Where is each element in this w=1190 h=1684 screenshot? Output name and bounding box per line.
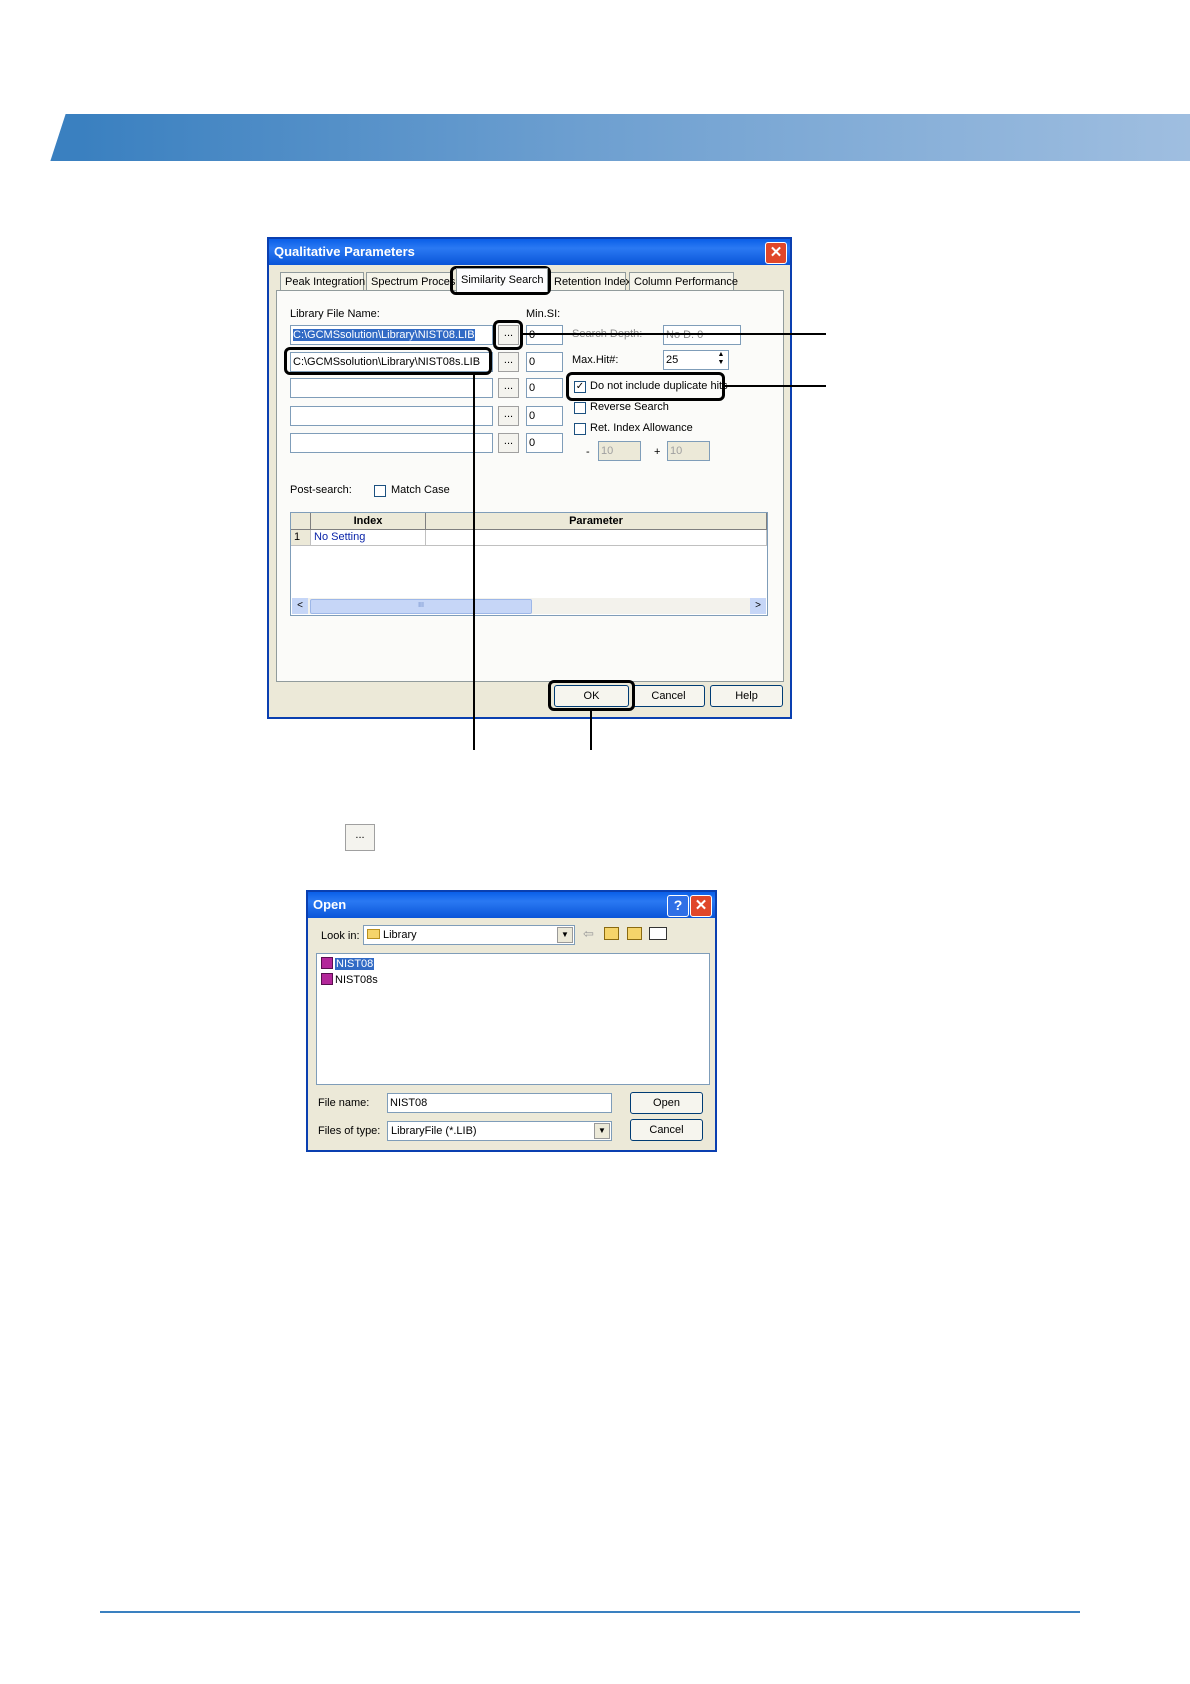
max-hits-label: Max.Hit#: <box>572 354 619 366</box>
new-folder-icon[interactable] <box>627 927 642 940</box>
file-name-2: NIST08s <box>335 974 378 986</box>
files-of-type-select[interactable]: LibraryFile (*.LIB) ▼ <box>387 1121 612 1141</box>
view-menu-icon[interactable] <box>649 927 667 940</box>
grid-horizontal-scrollbar[interactable]: < III > <box>292 598 766 614</box>
browse-button-3[interactable]: ... <box>498 378 519 398</box>
tab-spectrum-process[interactable]: Spectrum Proces: <box>366 272 458 290</box>
chevron-down-icon[interactable]: ▼ <box>557 927 573 943</box>
file-name-field[interactable]: NIST08 <box>387 1093 612 1113</box>
min-si-label: Min.SI: <box>526 308 561 320</box>
file-list[interactable]: NIST08 NIST08s <box>316 953 710 1085</box>
grid-header-parameter[interactable]: Parameter <box>426 513 767 530</box>
list-item[interactable]: NIST08s <box>321 973 378 987</box>
library-file-icon <box>321 957 333 969</box>
grid-header-rownum <box>291 513 311 530</box>
help-icon[interactable]: ? <box>667 895 689 917</box>
scroll-right-icon[interactable]: > <box>750 598 766 614</box>
files-of-type-label: Files of type: <box>318 1125 381 1137</box>
open-button[interactable]: Open <box>630 1092 703 1114</box>
library-file-icon <box>321 973 333 985</box>
leader-line-ok <box>590 711 592 750</box>
file-name-label: File name: <box>318 1097 370 1109</box>
browse-button-5[interactable]: ... <box>498 433 519 453</box>
close-icon[interactable]: ✕ <box>765 242 787 264</box>
ret-plus-sign: + <box>654 446 661 458</box>
post-search-grid: Index Parameter 1 No Setting < III > <box>290 512 768 616</box>
match-case-label: Match Case <box>391 484 450 496</box>
callout-library-field-highlight <box>284 347 492 375</box>
ret-index-label: Ret. Index Allowance <box>590 422 693 434</box>
dialog-title: Qualitative Parameters <box>269 239 790 265</box>
search-depth-select[interactable]: No D. 0 <box>663 325 741 345</box>
library-file-label: Library File Name: <box>290 308 380 320</box>
chevron-down-icon[interactable]: ▼ <box>594 1123 610 1139</box>
file-name-1: NIST08 <box>335 958 375 970</box>
open-cancel-button[interactable]: Cancel <box>630 1119 703 1141</box>
footer-rule <box>100 1611 1080 1613</box>
tab-column-performance[interactable]: Column Performance <box>629 272 738 290</box>
tab-similarity-search[interactable]: Similarity Search <box>456 268 548 292</box>
list-item[interactable]: NIST08 <box>321 957 375 971</box>
folder-icon <box>367 929 380 939</box>
min-si-field-5[interactable]: 0 <box>526 433 563 453</box>
scroll-thumb[interactable]: III <box>310 599 532 614</box>
leader-line-duplicates <box>725 385 826 387</box>
min-si-field-1[interactable]: 0 <box>526 325 563 345</box>
ret-minus-sign: - <box>586 446 590 458</box>
leader-line-browse <box>523 333 826 335</box>
files-of-type-value: LibraryFile (*.LIB) <box>391 1125 477 1137</box>
library-file-field-5[interactable] <box>290 433 493 453</box>
callout-browse-highlight <box>493 320 523 350</box>
min-si-field-4[interactable]: 0 <box>526 406 563 426</box>
grid-cell-parameter[interactable] <box>426 530 767 546</box>
look-in-value: Library <box>383 929 417 941</box>
callout-ok-highlight <box>548 680 635 711</box>
leader-line-library <box>473 375 475 750</box>
help-button[interactable]: Help <box>710 685 783 707</box>
open-dialog-title: Open <box>308 892 715 918</box>
reverse-search-checkbox[interactable] <box>574 402 586 414</box>
look-in-select[interactable]: Library ▼ <box>363 925 575 945</box>
ret-plus-field[interactable]: 10 <box>667 441 710 461</box>
browse-button-illustration: ... <box>345 824 375 851</box>
post-search-label: Post-search: <box>290 484 352 496</box>
min-si-field-2[interactable]: 0 <box>526 352 563 372</box>
library-file-field-4[interactable] <box>290 406 493 426</box>
match-case-checkbox[interactable] <box>374 485 386 497</box>
browse-button-4[interactable]: ... <box>498 406 519 426</box>
scroll-left-icon[interactable]: < <box>292 598 308 614</box>
look-in-label: Look in: <box>321 930 360 942</box>
up-folder-icon[interactable] <box>604 927 619 940</box>
ret-minus-field[interactable]: 10 <box>598 441 641 461</box>
browse-button-2[interactable]: ... <box>498 352 519 372</box>
grid-cell-index[interactable]: No Setting <box>311 530 426 546</box>
library-file-field-3[interactable] <box>290 378 493 398</box>
min-si-field-3[interactable]: 0 <box>526 378 563 398</box>
reverse-search-label: Reverse Search <box>590 401 669 413</box>
library-file-field-1[interactable]: C:\GCMSsolution\Library\NIST08.LIB <box>290 325 493 345</box>
grid-row-number: 1 <box>291 530 311 546</box>
tab-retention-index[interactable]: Retention Index <box>549 272 631 290</box>
page-header-banner <box>80 114 1190 161</box>
max-hits-spinner[interactable]: ▲ ▼ <box>714 351 728 369</box>
grid-header-index[interactable]: Index <box>311 513 426 530</box>
scroll-thumb-grip: III <box>418 602 424 609</box>
back-icon[interactable]: ⇦ <box>583 926 594 942</box>
tab-peak-integration[interactable]: Peak Integration <box>280 272 365 290</box>
close-icon[interactable]: ✕ <box>690 895 712 917</box>
callout-duplicates-highlight <box>566 372 725 401</box>
cancel-button[interactable]: Cancel <box>632 685 705 707</box>
ret-index-checkbox[interactable] <box>574 423 586 435</box>
